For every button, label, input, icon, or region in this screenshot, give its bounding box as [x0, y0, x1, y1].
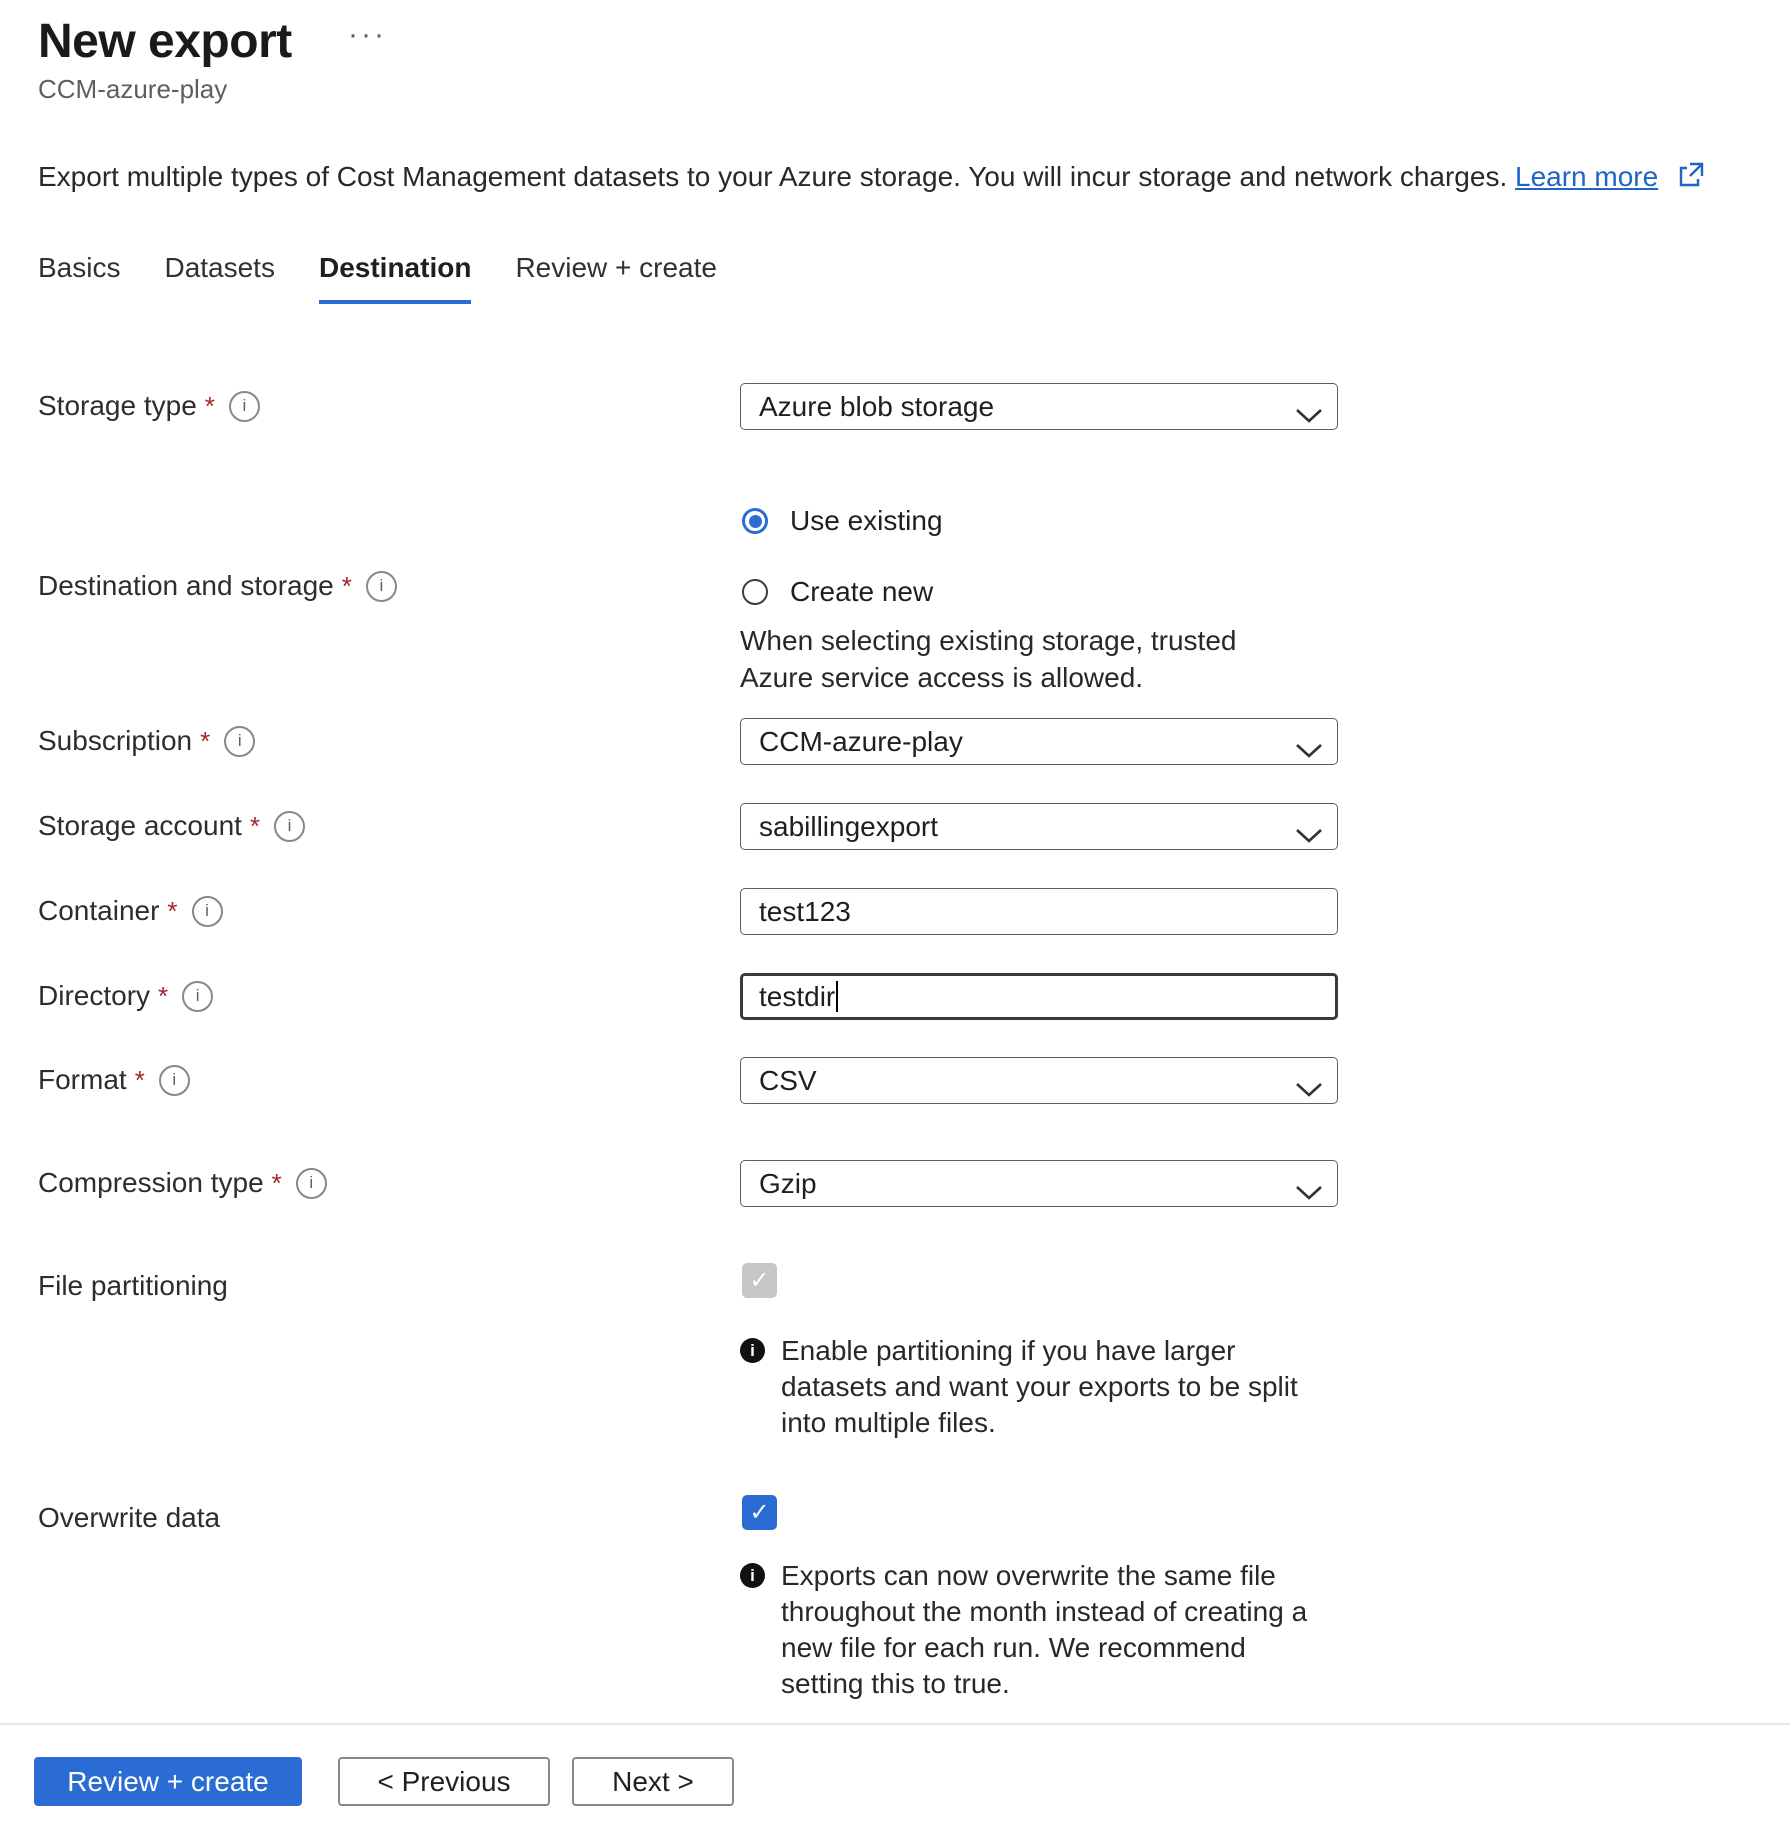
info-icon[interactable]: i — [274, 811, 305, 842]
subscription-label: Subscription * i — [38, 723, 255, 759]
compression-type-dropdown[interactable]: Gzip — [740, 1160, 1338, 1207]
compression-type-label: Compression type * i — [38, 1165, 327, 1201]
checkmark-icon: ✓ — [749, 1266, 769, 1295]
required-asterisk: * — [158, 981, 168, 1012]
format-dropdown[interactable]: CSV — [740, 1057, 1338, 1104]
external-link-icon[interactable] — [1676, 160, 1706, 197]
container-label: Container * i — [38, 893, 223, 929]
storage-type-label: Storage type * i — [38, 388, 260, 424]
destination-storage-help: When selecting existing storage, trusted… — [740, 622, 1300, 696]
previous-button[interactable]: < Previous — [338, 1757, 550, 1806]
info-filled-icon: i — [740, 1563, 765, 1588]
overwrite-data-note: i Exports can now overwrite the same fil… — [740, 1558, 1329, 1702]
file-partitioning-label: File partitioning — [38, 1268, 228, 1304]
file-partitioning-checkbox: ✓ — [742, 1263, 777, 1298]
radio-selected-icon[interactable] — [742, 508, 768, 534]
text-cursor — [836, 981, 838, 1012]
info-icon[interactable]: i — [192, 896, 223, 927]
tab-basics[interactable]: Basics — [38, 252, 120, 304]
chevron-down-icon — [1295, 734, 1323, 766]
required-asterisk: * — [167, 896, 177, 927]
radio-unselected-icon[interactable] — [742, 579, 768, 605]
info-icon[interactable]: i — [296, 1168, 327, 1199]
directory-label: Directory * i — [38, 978, 213, 1014]
required-asterisk: * — [205, 391, 215, 422]
required-asterisk: * — [342, 571, 352, 602]
tab-destination[interactable]: Destination — [319, 252, 471, 304]
wizard-tabs: Basics Datasets Destination Review + cre… — [38, 252, 717, 304]
chevron-down-icon — [1295, 819, 1323, 851]
chevron-down-icon — [1295, 399, 1323, 431]
info-icon[interactable]: i — [366, 571, 397, 602]
storage-account-dropdown[interactable]: sabillingexport — [740, 803, 1338, 850]
chevron-down-icon — [1295, 1176, 1323, 1208]
more-options-icon[interactable]: ··· — [348, 18, 387, 52]
learn-more-link[interactable]: Learn more — [1515, 161, 1658, 192]
checkmark-icon: ✓ — [749, 1498, 769, 1527]
info-filled-icon: i — [740, 1338, 765, 1363]
radio-use-existing[interactable]: Use existing — [742, 505, 943, 537]
file-partitioning-note: i Enable partitioning if you have larger… — [740, 1333, 1329, 1441]
info-icon[interactable]: i — [182, 981, 213, 1012]
overwrite-data-label: Overwrite data — [38, 1500, 220, 1536]
directory-input[interactable]: testdir — [740, 973, 1338, 1020]
tab-review-create[interactable]: Review + create — [515, 252, 717, 304]
page-description: Export multiple types of Cost Management… — [38, 160, 1706, 197]
overwrite-data-checkbox[interactable]: ✓ — [742, 1495, 777, 1530]
destination-storage-label: Destination and storage * i — [38, 568, 397, 604]
required-asterisk: * — [250, 811, 260, 842]
storage-type-dropdown[interactable]: Azure blob storage — [740, 383, 1338, 430]
format-label: Format * i — [38, 1062, 190, 1098]
required-asterisk: * — [200, 726, 210, 757]
next-button[interactable]: Next > — [572, 1757, 734, 1806]
page-title: New export — [38, 14, 292, 69]
info-icon[interactable]: i — [229, 391, 260, 422]
footer-divider — [0, 1723, 1790, 1725]
info-icon[interactable]: i — [224, 726, 255, 757]
subscription-breadcrumb: CCM-azure-play — [38, 74, 227, 105]
required-asterisk: * — [135, 1065, 145, 1096]
tab-datasets[interactable]: Datasets — [164, 252, 275, 304]
required-asterisk: * — [272, 1168, 282, 1199]
container-input[interactable]: test123 — [740, 888, 1338, 935]
review-create-button[interactable]: Review + create — [34, 1757, 302, 1806]
new-export-page: New export ··· CCM-azure-play Export mul… — [0, 0, 1790, 1832]
radio-create-new[interactable]: Create new — [742, 576, 933, 608]
info-icon[interactable]: i — [159, 1065, 190, 1096]
chevron-down-icon — [1295, 1073, 1323, 1105]
subscription-dropdown[interactable]: CCM-azure-play — [740, 718, 1338, 765]
description-text: Export multiple types of Cost Management… — [38, 161, 1507, 192]
storage-account-label: Storage account * i — [38, 808, 305, 844]
